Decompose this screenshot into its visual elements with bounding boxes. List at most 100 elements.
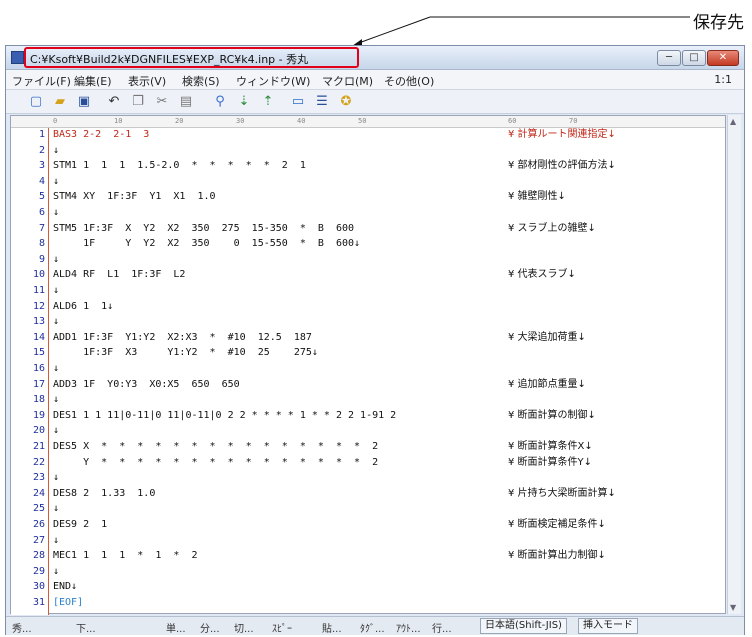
code-text: ↓ xyxy=(53,253,60,265)
insert-mode-indicator[interactable]: 挿入モード xyxy=(578,618,638,634)
editor-line[interactable]: 22 Y * * * * * * * * * * * * * * * 2 ¥ 断面… xyxy=(11,457,727,468)
editor-line[interactable]: 17 ADD3 1F Y0:Y3 X0:X5 650 650 ¥ 追加節点重量↓ xyxy=(11,379,727,390)
copy-icon[interactable]: ❐ xyxy=(130,94,146,110)
line-number: 4 xyxy=(38,175,45,187)
code-text: ↓ xyxy=(53,175,60,187)
line-number: 8 xyxy=(38,238,45,250)
menu-macro[interactable]: マクロ(M) xyxy=(322,73,373,89)
code-text: Y * * * * * * * * * * * * * * * 2 xyxy=(53,456,379,468)
save-path-highlight xyxy=(24,47,359,68)
editor-line[interactable]: 21 DES5 X * * * * * * * * * * * * * * * 2… xyxy=(11,441,727,452)
editor-line[interactable]: 12 ALD6 1 1↓ xyxy=(11,301,727,312)
status-item[interactable]: 分... xyxy=(200,620,220,635)
editor-line[interactable]: 18 ↓ xyxy=(11,394,727,405)
editor-line[interactable]: 30 END↓ xyxy=(11,581,727,592)
editor-line[interactable]: 8 1F Y Y2 X2 350 0 15-550 * B 600↓ xyxy=(11,238,727,249)
code-text: ALD4 RF L1 1F:3F L2 xyxy=(53,269,186,281)
split-icon[interactable]: ☰ xyxy=(314,94,330,110)
cut-icon[interactable]: ✂ xyxy=(154,94,170,110)
scroll-up-icon[interactable]: ▲ xyxy=(730,117,736,126)
status-item[interactable]: 貼... xyxy=(322,620,342,635)
editor-line[interactable]: 3 STM1 1 1 1 1.5-2.0 * * * * * 2 1 ¥ 部材剛性の… xyxy=(11,160,727,171)
line-number: 23 xyxy=(32,472,45,484)
vertical-scrollbar[interactable]: ▲ ▼ xyxy=(727,115,741,614)
editor-line[interactable]: 20 ↓ xyxy=(11,425,727,436)
editor-line[interactable]: 1 BAS3 2-2 2-1 3 ¥ 計算ルート関連指定↓ xyxy=(11,129,727,140)
menu-view[interactable]: 表示(V) xyxy=(128,73,166,89)
status-item[interactable]: 単... xyxy=(166,620,186,635)
editor-line[interactable]: 15 1F:3F X3 Y1:Y2 * #10 25 275↓ xyxy=(11,347,727,358)
line-number: 26 xyxy=(32,519,45,530)
comment-text: ¥ 追加節点重量↓ xyxy=(508,378,586,390)
encoding-indicator[interactable]: 日本語(Shift-JIS) xyxy=(480,618,567,634)
editor-line[interactable]: 2 ↓ xyxy=(11,145,727,156)
line-number: 17 xyxy=(32,378,45,390)
settings-icon[interactable]: ✪ xyxy=(338,94,354,110)
status-item[interactable]: 下... xyxy=(76,620,96,635)
editor-line[interactable]: 13 ↓ xyxy=(11,316,727,327)
ruler-tick: 70 xyxy=(569,117,578,125)
code-text: STM5 1F:3F X Y2 X2 350 275 15-350 * B 60… xyxy=(53,222,355,234)
editor-line[interactable]: 19 DES1 1 1 11|0-11|0 11|0-11|0 2 2 * * *… xyxy=(11,410,727,421)
undo-icon[interactable]: ↶ xyxy=(106,94,122,110)
editor-line[interactable]: 29 ↓ xyxy=(11,566,727,577)
editor-line[interactable]: 6 ↓ xyxy=(11,207,727,218)
editor-line[interactable]: 16 ↓ xyxy=(11,363,727,374)
search-icon[interactable]: ⚲ xyxy=(212,94,228,110)
ruler-tick: 60 xyxy=(508,117,517,125)
open-folder-icon[interactable]: ▰ xyxy=(52,94,68,110)
code-text: ↓ xyxy=(53,363,60,374)
status-item[interactable]: 切... xyxy=(234,620,254,635)
search-prev-icon[interactable]: ⇡ xyxy=(260,94,276,110)
search-next-icon[interactable]: ⇣ xyxy=(236,94,252,110)
editor-line[interactable]: 24 DES8 2 1.33 1.0 ¥ 片持ち大梁断面計算↓ xyxy=(11,488,727,499)
line-number: 6 xyxy=(38,207,45,218)
editor-line[interactable]: 5 STM4 XY 1F:3F Y1 X1 1.0 ¥ 雑壁剛性↓ xyxy=(11,191,727,202)
editor-line[interactable]: 23 ↓ xyxy=(11,472,727,483)
app-icon[interactable] xyxy=(11,51,24,64)
status-bar: 秀... 下... 単... 分... 切... ｽﾋﾟｰ 貼... ﾀｸﾞ..… xyxy=(6,616,744,635)
editor-line[interactable]: 28 MEC1 1 1 1 * 1 * 2 ¥ 断面計算出力制御↓ xyxy=(11,550,727,561)
editor-line[interactable]: 25 ↓ xyxy=(11,503,727,514)
code-text: 1F Y Y2 X2 350 0 15-550 * B 600↓ xyxy=(53,238,361,250)
line-number: 10 xyxy=(32,269,45,281)
code-text: END↓ xyxy=(53,581,78,593)
eof-marker: [EOF] xyxy=(53,597,84,608)
save-icon[interactable]: ▣ xyxy=(76,94,92,110)
editor-line[interactable]: 4 ↓ xyxy=(11,176,727,187)
minimize-button[interactable]: ─ xyxy=(657,50,681,66)
window-icon[interactable]: ▭ xyxy=(290,94,306,110)
editor-line[interactable]: 9 ↓ xyxy=(11,254,727,265)
menu-file[interactable]: ファイル(F) xyxy=(12,73,71,89)
editor-line[interactable]: 14 ADD1 1F:3F Y1:Y2 X2:X3 * #10 12.5 187 ¥… xyxy=(11,332,727,343)
editor-line[interactable]: 27 ↓ xyxy=(11,535,727,546)
code-text: ↓ xyxy=(53,285,60,296)
menu-window[interactable]: ウィンドウ(W) xyxy=(236,73,310,89)
editor-line[interactable]: 26 DES9 2 1 ¥ 断面検定補足条件↓ xyxy=(11,519,727,530)
comment-text: ¥ スラブ上の雑壁↓ xyxy=(508,222,596,234)
menu-other[interactable]: その他(O) xyxy=(384,73,434,89)
status-item[interactable]: ﾀｸﾞ... xyxy=(360,620,385,635)
status-item[interactable]: 秀... xyxy=(12,620,32,635)
editor-line[interactable]: 7 STM5 1F:3F X Y2 X2 350 275 15-350 * B 6… xyxy=(11,223,727,234)
comment-text: ¥ 断面計算出力制御↓ xyxy=(508,550,606,562)
line-number: 19 xyxy=(32,409,45,421)
paste-icon[interactable]: ▤ xyxy=(178,94,194,110)
title-bar[interactable]: C:¥Ksoft¥Build2k¥DGNFILES¥EXP_RC¥k4.inp … xyxy=(6,46,744,70)
new-file-icon[interactable]: ▢ xyxy=(28,94,44,110)
status-item[interactable]: ｽﾋﾟｰ xyxy=(272,620,292,635)
menu-search[interactable]: 検索(S) xyxy=(182,73,220,89)
editor-line[interactable]: 10 ALD4 RF L1 1F:3F L2 ¥ 代表スラブ↓ xyxy=(11,269,727,280)
status-item[interactable]: ｱｳﾄ... xyxy=(396,620,421,635)
editor-line[interactable]: 31 [EOF] xyxy=(11,597,727,608)
maximize-button[interactable]: □ xyxy=(682,50,706,66)
line-number: 28 xyxy=(32,550,45,562)
text-editor[interactable]: 0 10 20 30 40 50 60 70 1 BAS3 2-2 2-1 3 ¥ … xyxy=(10,115,727,615)
status-item[interactable]: 行... xyxy=(432,620,452,635)
editor-line[interactable]: 11 ↓ xyxy=(11,285,727,296)
scroll-down-icon[interactable]: ▼ xyxy=(730,603,736,612)
menu-edit[interactable]: 編集(E) xyxy=(74,73,112,89)
ruler-tick: 30 xyxy=(236,117,245,125)
close-button[interactable]: ✕ xyxy=(707,50,739,66)
line-number: 13 xyxy=(32,316,45,328)
